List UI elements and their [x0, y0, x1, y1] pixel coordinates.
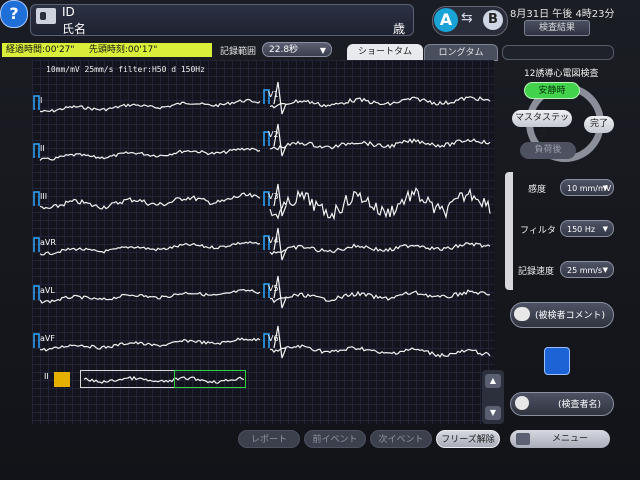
filter-select[interactable]: 150 Hz ▼: [560, 220, 614, 237]
patient-age-unit: 歳: [393, 22, 406, 36]
ecg-trace: [39, 98, 261, 113]
ecg-trace: [270, 289, 491, 304]
tab-short-term[interactable]: ショートタム: [347, 44, 423, 61]
comment-bubble-icon: [514, 307, 530, 321]
lead-label-v2: V2: [268, 130, 279, 139]
mode-b-button[interactable]: B: [483, 10, 503, 30]
settings-group-tab: [505, 172, 513, 290]
calibration-pulse: [33, 95, 40, 110]
rhythm-selection-window[interactable]: [174, 370, 246, 388]
record-range-value: 22.8秒: [269, 45, 299, 55]
patient-id-label: ID: [62, 5, 75, 19]
rest-step-button[interactable]: 安静時: [524, 82, 580, 99]
record-speed-label: 記録速度: [518, 267, 555, 277]
ecg-trace: [269, 344, 491, 358]
ecg-trace: [269, 96, 491, 109]
done-button[interactable]: 完了: [584, 116, 614, 133]
record-range-label: 記録範囲: [220, 47, 257, 57]
lead-time: 先頭時刻:00'17": [88, 45, 158, 55]
patient-name-label: 氏名: [62, 22, 87, 36]
swap-icon: ⇆: [461, 10, 473, 26]
person-icon: [515, 396, 529, 410]
calibration-pulse: [33, 333, 40, 348]
calibration-pulse: [33, 237, 40, 252]
patient-info-box[interactable]: [30, 4, 414, 36]
ecg-trace: [269, 186, 491, 221]
ecg-trace: [39, 288, 261, 304]
calibration-pulse: [33, 191, 40, 206]
tab-blank: [502, 45, 614, 60]
menu-keyboard-icon: [516, 433, 530, 445]
scroll-up-arrow-icon[interactable]: ▲: [485, 374, 501, 388]
lead-label-i: I: [40, 96, 43, 105]
ecg-trace: [269, 138, 491, 151]
ecg-trace: [39, 337, 261, 352]
calibration-pulse: [33, 143, 40, 158]
lead-label-v1: V1: [268, 90, 279, 99]
vertical-scroll-control[interactable]: ▲ ▼: [482, 370, 504, 424]
tab-long-term[interactable]: ロングタム: [424, 44, 498, 61]
ecg-qrs-spike: [273, 123, 287, 157]
chevron-down-icon: ▼: [602, 266, 608, 274]
prev-event-button[interactable]: 前イベント: [304, 430, 366, 448]
patient-card-icon: [36, 8, 56, 24]
chevron-down-icon: ▼: [602, 225, 608, 233]
elapsed-time: 経過時間:00'27": [6, 45, 75, 55]
mode-a-button[interactable]: A: [434, 8, 458, 32]
chevron-down-icon: ▼: [319, 46, 326, 55]
calibration-pulse: [33, 285, 40, 300]
next-event-button[interactable]: 次イベント: [370, 430, 432, 448]
manual-book-icon[interactable]: [544, 347, 570, 375]
ecg-trace: [269, 242, 491, 256]
help-icon[interactable]: ?: [0, 0, 28, 28]
record-speed-select[interactable]: 25 mm/s ▼: [560, 261, 614, 278]
chevron-down-icon: ▼: [602, 184, 608, 192]
ecg-screen: ID 氏名 歳 A ⇆ B 8月31日 午後 4時23分 検査結果 経過時間:0…: [0, 0, 640, 480]
results-button[interactable]: 検査結果: [524, 20, 590, 36]
freeze-release-button[interactable]: フリーズ解除: [436, 430, 500, 448]
time-status-bar: 経過時間:00'27" 先頭時刻:00'17": [2, 43, 212, 57]
ecg-waveform-area[interactable]: 10mm/mV 25mm/s filter:H50 d 150Hz I II I…: [32, 60, 494, 424]
rhythm-position-marker[interactable]: [54, 372, 70, 387]
filter-label: フィルタ: [520, 226, 556, 236]
rhythm-lead-label: II: [44, 372, 49, 381]
ecg-trace: [39, 192, 261, 210]
lead-label-v6: V6: [268, 334, 279, 343]
filter-value: 150 Hz: [567, 225, 596, 234]
lead-label-avr: aVR: [40, 238, 56, 247]
lead-label-v4: V4: [268, 236, 279, 245]
datetime-display: 8月31日 午後 4時23分: [510, 9, 615, 20]
record-speed-value: 25 mm/s: [567, 266, 603, 275]
lead-label-ii: II: [40, 144, 45, 153]
post-load-button[interactable]: 負荷後: [520, 142, 576, 159]
report-button[interactable]: レポート: [238, 430, 300, 448]
lead-label-v3: V3: [268, 192, 279, 201]
master-step-button[interactable]: マスタステップ: [512, 110, 572, 140]
record-range-select[interactable]: 22.8秒 ▼: [262, 42, 332, 57]
ecg-trace: [39, 240, 261, 256]
ecg-trace: [39, 147, 261, 161]
ecg-settings-line: 10mm/mV 25mm/s filter:H50 d 150Hz: [46, 65, 205, 74]
lead-label-iii: III: [40, 192, 48, 201]
sensitivity-select[interactable]: 10 mm/mV ▼: [560, 179, 614, 196]
sensitivity-label: 感度: [528, 185, 547, 195]
lead-label-avl: aVL: [40, 286, 55, 295]
lead-label-avf: aVF: [40, 334, 55, 343]
lead-label-v5: V5: [268, 284, 279, 293]
scroll-down-arrow-icon[interactable]: ▼: [485, 406, 501, 420]
